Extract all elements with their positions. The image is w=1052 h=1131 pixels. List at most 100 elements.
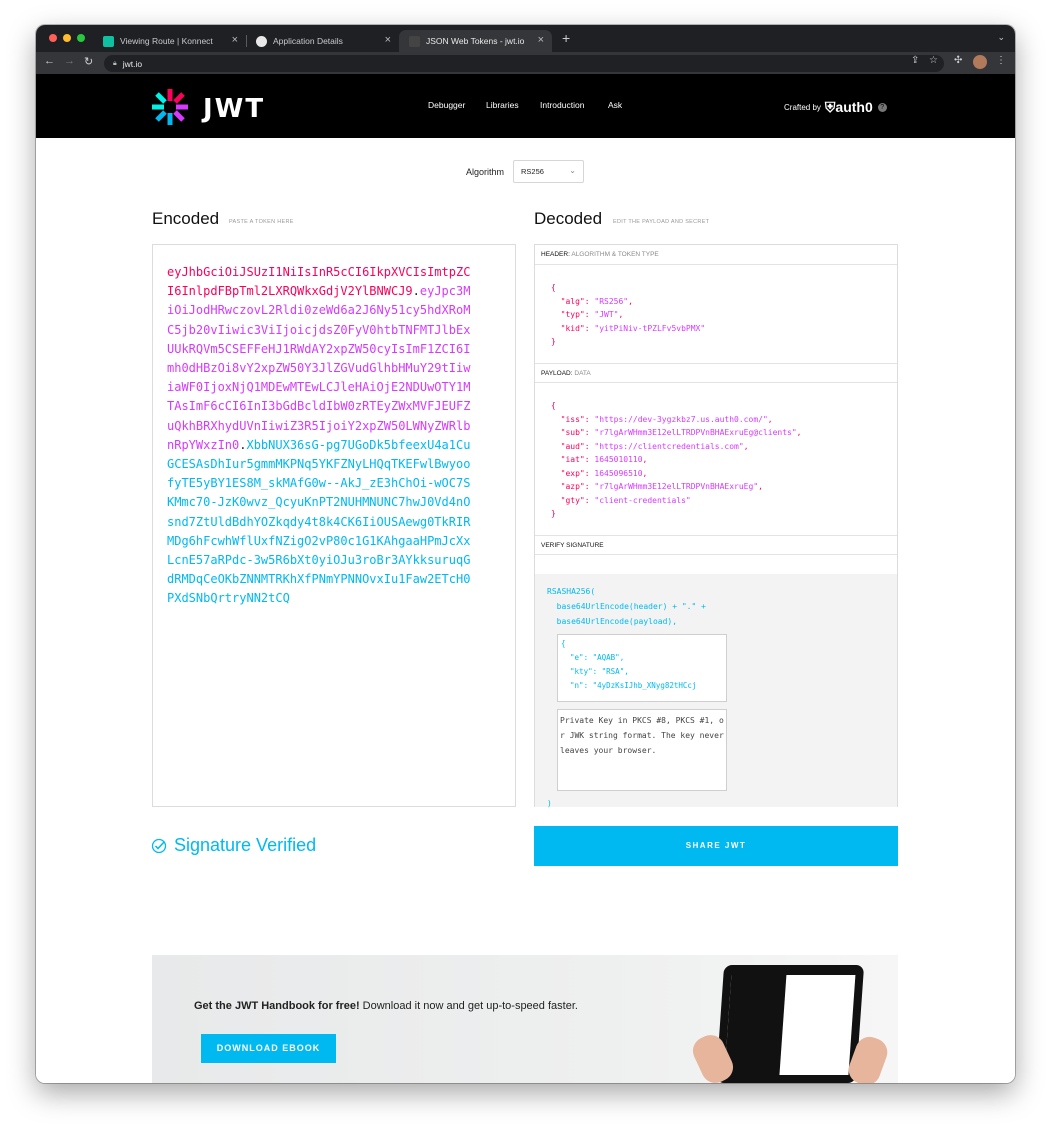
tab-application-details[interactable]: Application Details ×: [246, 30, 399, 52]
close-tab-icon[interactable]: ×: [232, 34, 238, 46]
json-value: "client-credentials": [594, 495, 691, 505]
minimize-window-button[interactable]: [63, 34, 71, 42]
ebook-promo-banner: Get the JWT Handbook for free! Download …: [152, 955, 898, 1083]
payload-json-editor[interactable]: { "iss": "https://dev-3ygzkbz7.us.auth0.…: [551, 399, 802, 521]
header-section-title: HEADER: ALGORITHM & TOKEN TYPE: [535, 245, 897, 265]
json-key: "sub": [560, 428, 585, 437]
encoded-subtitle: PASTE A TOKEN HERE: [229, 219, 294, 225]
menu-kebab-icon[interactable]: ⋮: [996, 55, 1006, 66]
tab-jwt-io[interactable]: JSON Web Tokens - jwt.io ×: [399, 30, 552, 52]
nav-ask[interactable]: Ask: [608, 100, 622, 110]
json-value: "r7lgArWHmm3E12elLTRDPVnBHAExruEg": [594, 482, 759, 491]
encoded-token-text[interactable]: eyJhbGciOiJSUzI1NiIsInR5cCI6IkpXVCIsImtp…: [167, 263, 472, 609]
crafted-by-auth0[interactable]: Crafted by ⛨auth0 ?: [784, 99, 887, 116]
verify-signature-area: RSASHA256( base64UrlEncode(header) + "."…: [535, 574, 897, 808]
json-value: 1645096510: [594, 468, 643, 478]
promo-body-text: Download it now and get up-to-speed fast…: [359, 1000, 578, 1012]
json-key: "iat": [560, 455, 585, 464]
auth0-logo: ⛨auth0: [825, 99, 873, 116]
tab-konnect[interactable]: Viewing Route | Konnect ×: [93, 30, 247, 52]
header-json-editor[interactable]: { "alg": "RS256", "typ": "JWT", "kid": "…: [551, 281, 705, 349]
check-circle-icon: [151, 838, 167, 853]
token-payload-part: eyJpc3MiOiJodHRwczovL2Rldi0zeWd6a2J6Ny51…: [167, 284, 471, 452]
help-icon[interactable]: ?: [877, 103, 887, 112]
token-signature-part: XbbNUX36sG-pg7UGoDk5bfeexU4a1CuGCESAsDhI…: [167, 437, 471, 606]
payload-section-title: PAYLOAD: DATA: [535, 363, 897, 383]
tab-title: Viewing Route | Konnect: [120, 36, 213, 46]
decoded-panel: HEADER: ALGORITHM & TOKEN TYPE { "alg": …: [534, 244, 898, 808]
close-tab-icon[interactable]: ×: [538, 34, 544, 46]
site-header: JWT Debugger Libraries Introduction Ask …: [36, 74, 1015, 138]
new-tab-plus-icon[interactable]: +: [562, 30, 570, 46]
nav-libraries[interactable]: Libraries: [486, 100, 519, 110]
promo-text: Get the JWT Handbook for free! Download …: [194, 1000, 578, 1012]
payload-section-label: PAYLOAD:: [541, 370, 573, 377]
share-icon[interactable]: ⇪: [911, 55, 919, 66]
nav-debugger[interactable]: Debugger: [428, 100, 465, 110]
payload-section-sub: DATA: [574, 370, 591, 377]
browser-window: Viewing Route | Konnect × Application De…: [36, 25, 1015, 1083]
maximize-window-button[interactable]: [77, 34, 85, 42]
json-key: "gty": [560, 495, 585, 505]
tab-title: Application Details: [273, 36, 343, 46]
extensions-puzzle-icon[interactable]: ✣: [954, 55, 962, 66]
tab-strip: Viewing Route | Konnect × Application De…: [36, 25, 1015, 52]
public-key-text: { "e": "AQAB", "kty": "RSA", "n": "4yDzK…: [561, 639, 697, 690]
konnect-favicon-icon: [103, 35, 114, 47]
json-key: "azp": [560, 482, 585, 491]
auth0-shield-icon: ⛨: [824, 99, 836, 115]
close-tab-icon[interactable]: ×: [385, 34, 391, 46]
auth0-logo-text: auth0: [835, 99, 873, 115]
private-key-input[interactable]: Private Key in PKCS #8, PKCS #1, or JWK …: [557, 709, 727, 791]
promo-bold-text: Get the JWT Handbook for free!: [194, 1000, 360, 1012]
tab-title: JSON Web Tokens - jwt.io: [426, 36, 525, 46]
verify-signature-title: VERIFY SIGNATURE: [535, 535, 897, 555]
profile-avatar[interactable]: [973, 55, 987, 69]
algorithm-value: RS256: [521, 167, 544, 176]
signature-verified-status: Signature Verified: [151, 835, 316, 856]
json-value: "yitPiNiv-tPZLFv5vbPMX": [594, 323, 706, 333]
nav-introduction[interactable]: Introduction: [540, 100, 584, 110]
bookmark-star-icon[interactable]: ☆: [929, 55, 938, 66]
back-arrow-icon[interactable]: ←: [44, 55, 55, 67]
algorithm-select[interactable]: RS256 ⌄: [513, 160, 584, 183]
share-jwt-button[interactable]: SHARE JWT: [534, 826, 898, 866]
handbook-tablet-image: [715, 965, 865, 1083]
encoded-title: Encoded: [152, 209, 220, 228]
json-value: "https://dev-3ygzkbz7.us.auth0.com/": [594, 414, 768, 424]
address-bar[interactable]: 🔒︎ jwt.io: [104, 55, 944, 72]
tab-search-chevron-icon[interactable]: ⌄: [997, 32, 1005, 43]
crafted-by-label: Crafted by: [784, 103, 821, 112]
header-section-label: HEADER:: [541, 251, 570, 258]
json-value: "https://clientcredentials.com": [594, 441, 744, 451]
header-section-sub: ALGORITHM & TOKEN TYPE: [571, 251, 659, 258]
json-key: "kid": [560, 323, 585, 333]
close-window-button[interactable]: [49, 34, 57, 42]
chevron-down-icon: ⌄: [569, 166, 576, 175]
decoded-subtitle: EDIT THE PAYLOAD AND SECRET: [613, 219, 710, 225]
jwt-logo-text[interactable]: JWT: [203, 94, 265, 124]
json-key: "exp": [560, 468, 585, 478]
json-value: "RS256": [594, 296, 629, 306]
signature-verified-text: Signature Verified: [174, 835, 317, 855]
reload-icon[interactable]: ↻: [84, 55, 93, 68]
json-key: "iss": [560, 414, 585, 424]
url-text: jwt.io: [122, 58, 143, 69]
forward-arrow-icon[interactable]: →: [64, 55, 75, 67]
public-key-input[interactable]: { "e": "AQAB", "kty": "RSA", "n": "4yDzK…: [557, 634, 727, 702]
jwt-favicon-icon: [409, 35, 420, 47]
browser-toolbar: ← → ↻ 🔒︎ jwt.io ⇪ ☆ ✣ ⋮: [36, 52, 1015, 74]
json-key: "alg": [560, 296, 585, 306]
json-value: 1645010110: [594, 455, 643, 464]
json-value: "r7lgArWHmm3E12elLTRDPVnBHAExruEg@client…: [594, 428, 797, 437]
json-key: "typ": [560, 310, 585, 319]
decoded-title: Decoded: [534, 209, 603, 228]
json-key: "aud": [560, 441, 585, 451]
verify-formula: RSASHA256( base64UrlEncode(header) + "."…: [547, 587, 706, 626]
download-ebook-button[interactable]: DOWNLOAD EBOOK: [201, 1034, 336, 1063]
lock-icon: 🔒︎: [113, 59, 117, 67]
verify-close-paren: ): [547, 799, 552, 808]
jwt-logo-icon[interactable]: [150, 87, 190, 127]
debugger-main: Algorithm RS256 ⌄ Encoded PASTE A TOKEN …: [36, 138, 1015, 1083]
algorithm-label: Algorithm: [466, 167, 505, 177]
